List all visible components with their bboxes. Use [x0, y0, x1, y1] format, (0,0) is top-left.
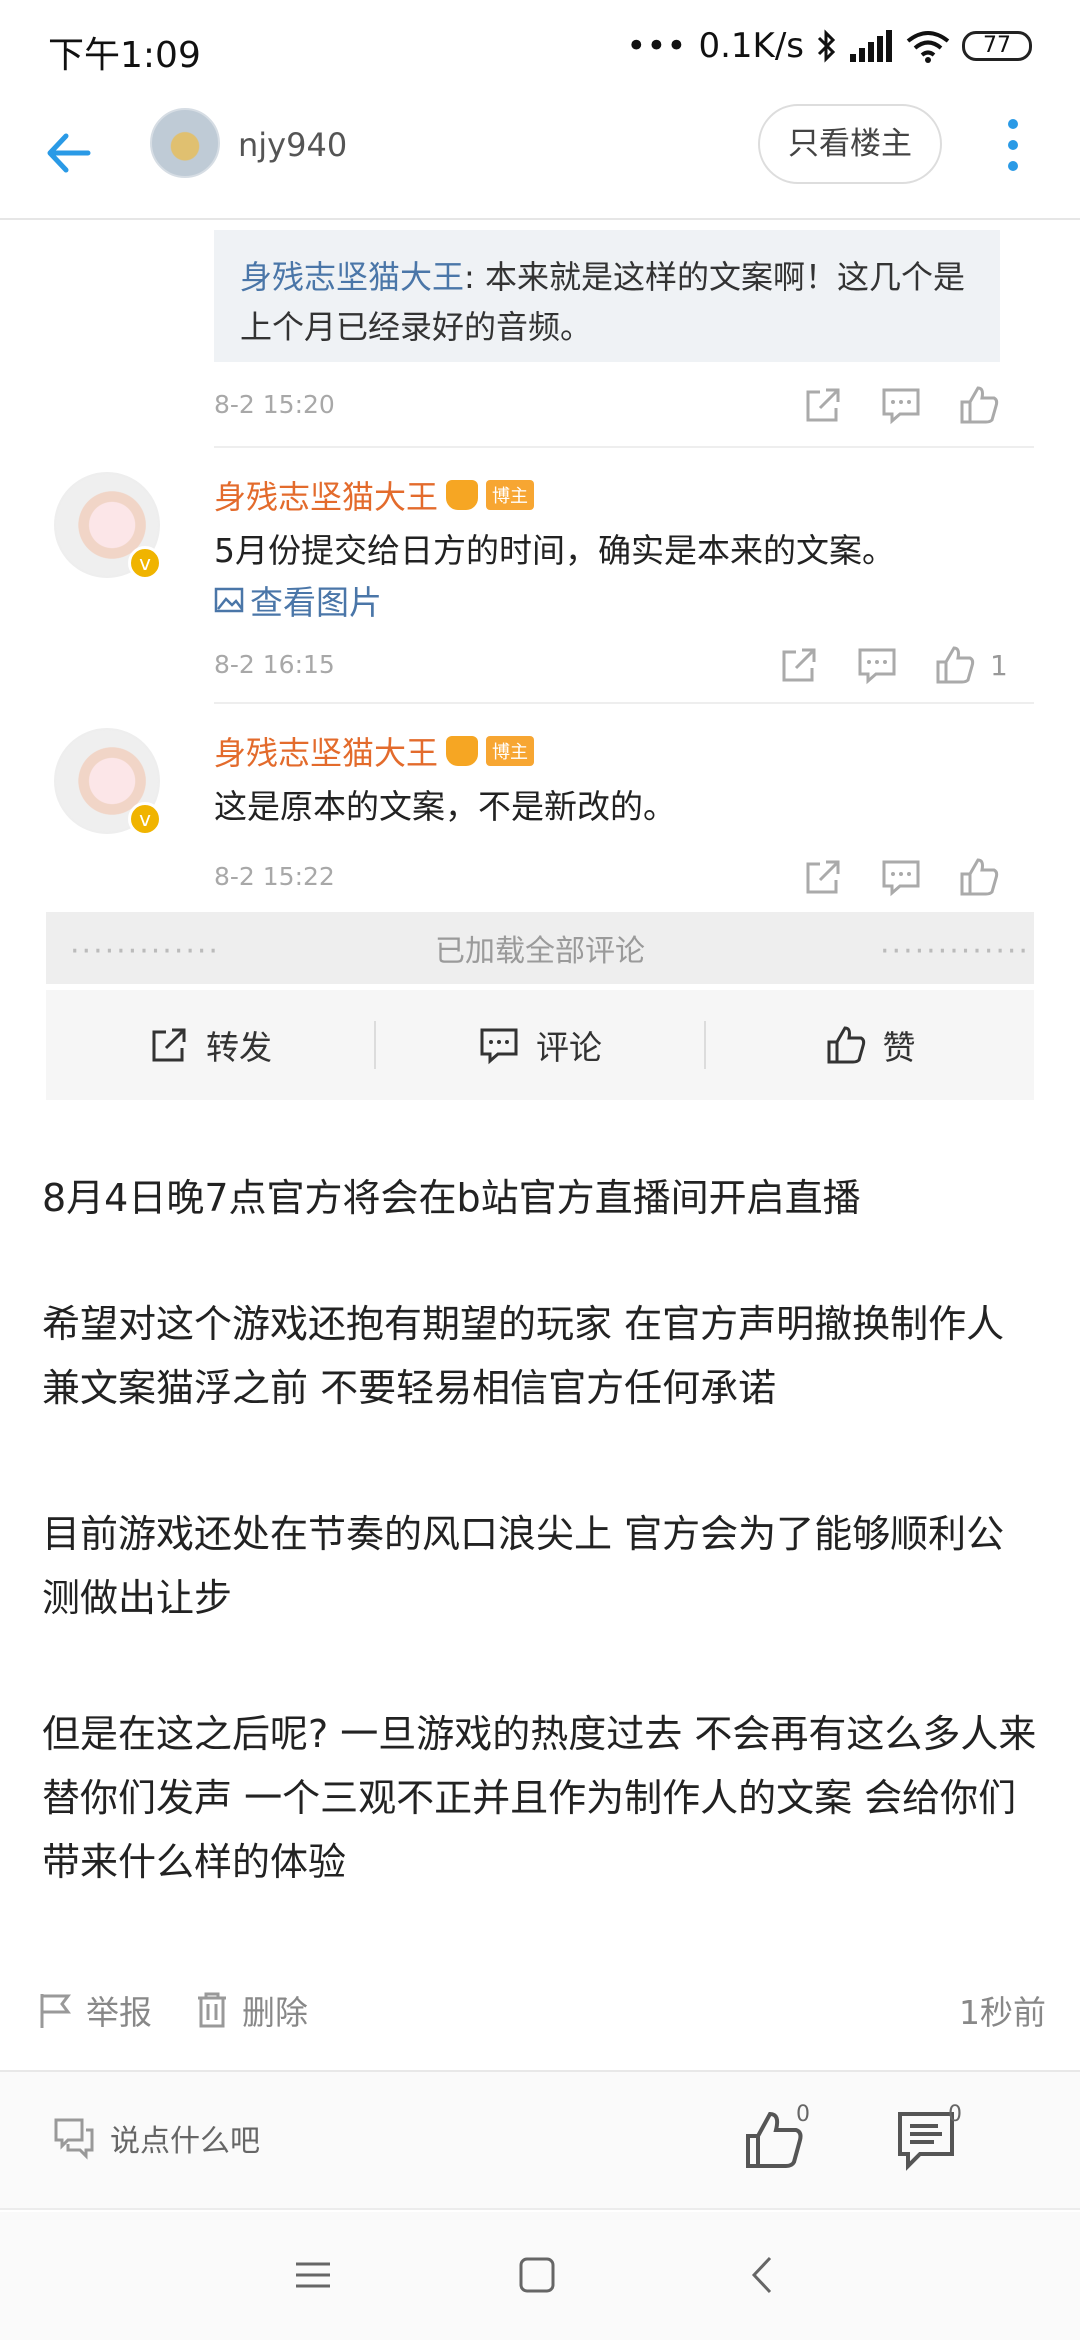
comment-icon [882, 860, 920, 897]
comment-icon [858, 648, 896, 685]
dots-left: ············· [70, 934, 220, 969]
crown-icon [446, 736, 479, 766]
post-time: 1秒前 [959, 1993, 1046, 2032]
post-paragraph: 目前游戏还处在节奏的风口浪尖上 官方会为了能够顺利公测做出让步 [42, 1512, 1005, 1620]
comment-text: 这是原本的文案，不是新改的。 [214, 787, 676, 826]
commenter-avatar: v [54, 728, 162, 836]
top-app-bar: njy940 只看楼主 [0, 96, 1080, 220]
share-icon [806, 860, 840, 894]
post-paragraph: 但是在这之后呢? 一旦游戏的热度过去 不会再有这么多人来替你们发声 一个三观不正… [42, 1712, 1037, 1884]
wifi-icon [906, 31, 950, 63]
flag-icon [40, 1994, 71, 2028]
quoted-reply-author: 身残志坚猫大王 [240, 258, 465, 296]
owner-tag: 博主 [486, 736, 535, 766]
share-icon [806, 388, 840, 422]
all-comments-loaded-text: 已加载全部评论 [435, 934, 645, 969]
menu-icon[interactable] [288, 2250, 338, 2300]
signal-icon [850, 30, 892, 62]
like-icon [936, 646, 975, 684]
report-button[interactable]: 举报 [36, 1986, 152, 2034]
net-speed: 0.1K/s [698, 26, 804, 66]
divider [214, 446, 1034, 448]
comment-actions: 1 [778, 644, 1008, 686]
share-icon [152, 1028, 186, 1062]
repost-label: 转发 [206, 1028, 272, 1067]
post-paragraph: 8月4日晚7点官方将会在b站官方直播间开启直播 [42, 1176, 861, 1220]
quoted-reply-date: 8-2 15:20 [214, 390, 335, 419]
trash-icon [198, 1992, 226, 2028]
reply-input[interactable]: 说点什么吧 [52, 2116, 260, 2160]
all-comments-loaded-bar: ············· 已加载全部评论 ············· [46, 912, 1034, 984]
only-op-button[interactable]: 只看楼主 [758, 104, 942, 184]
comment-action: 评论 [376, 1021, 704, 1069]
like-icon [827, 1026, 865, 1064]
status-icons: ••• 0.1K/s 77 [626, 26, 1032, 66]
comment-date: 8-2 16:15 [214, 650, 335, 679]
comment-icon [480, 1028, 518, 1065]
commenter-name-text: 身残志坚猫大王 [214, 734, 439, 772]
back-icon[interactable] [738, 2250, 788, 2300]
embedded-action-bar: 转发 评论 赞 [46, 990, 1034, 1100]
more-vertical-icon[interactable] [998, 110, 1028, 180]
comment-count: 0 [948, 2102, 962, 2127]
delete-label: 删除 [242, 1993, 308, 2032]
more-notifications-icon: ••• [626, 26, 687, 66]
reply-placeholder: 说点什么吧 [110, 2124, 260, 2159]
username[interactable]: njy940 [238, 126, 347, 164]
back-arrow-icon[interactable] [40, 118, 110, 188]
verified-badge-icon: v [128, 802, 162, 836]
share-icon [782, 648, 816, 682]
owner-tag: 博主 [486, 480, 535, 510]
system-nav-bar [0, 2212, 1080, 2340]
post-paragraph: 希望对这个游戏还抱有期望的玩家 在官方声明撤换制作人兼文案猫浮之前 不要轻易相信… [42, 1302, 1005, 1410]
bluetooth-icon [817, 29, 836, 63]
comment-date: 8-2 15:22 [214, 862, 335, 891]
view-image-text: 查看图片 [250, 583, 382, 622]
like-icon [960, 858, 999, 896]
comment-icon [882, 388, 920, 425]
embedded-comment-screenshot: 身残志坚猫大王: 本来就是这样的文案啊！这几个是上个月已经录好的音频。 8-2 … [46, 220, 1034, 1100]
reply-bar: 说点什么吧 0 0 [0, 2072, 1080, 2210]
comment-actions [802, 856, 1000, 898]
report-label: 举报 [86, 1993, 152, 2032]
status-time: 下午1:09 [48, 35, 201, 76]
commenter-avatar: v [54, 472, 162, 580]
like-count: 0 [796, 2102, 810, 2127]
delete-button[interactable]: 删除 [192, 1986, 308, 2034]
user-avatar[interactable] [150, 108, 220, 178]
verified-badge-icon: v [128, 546, 162, 580]
divider [214, 702, 1034, 704]
like-action: 赞 [706, 1021, 1034, 1069]
post-tools: 举报 删除 1秒前 [36, 1980, 1046, 2040]
chat-bubble-icon [54, 2118, 94, 2160]
like-icon [960, 386, 999, 424]
like-count: 1 [990, 648, 1008, 682]
quoted-reply-actions [802, 384, 1000, 426]
battery-icon: 77 [962, 31, 1032, 61]
quoted-reply: 身残志坚猫大王: 本来就是这样的文案啊！这几个是上个月已经录好的音频。 [214, 230, 1000, 362]
crown-icon [446, 480, 479, 510]
commenter-name: 身残志坚猫大王 博主 [214, 728, 535, 774]
commenter-name-text: 身残志坚猫大王 [214, 478, 439, 516]
view-image-link: 查看图片 [214, 576, 382, 624]
commenter-name: 身残志坚猫大王 博主 [214, 472, 535, 518]
comment-text: 5月份提交给日方的时间，确实是本来的文案。 [214, 531, 895, 570]
status-bar: 下午1:09 ••• 0.1K/s 77 [0, 0, 1080, 96]
home-icon[interactable] [512, 2250, 562, 2300]
repost-action: 转发 [46, 1021, 374, 1069]
image-icon [214, 587, 244, 613]
dots-right: ············· [880, 934, 1030, 969]
comment-label: 评论 [536, 1028, 602, 1067]
like-label: 赞 [882, 1028, 916, 1067]
